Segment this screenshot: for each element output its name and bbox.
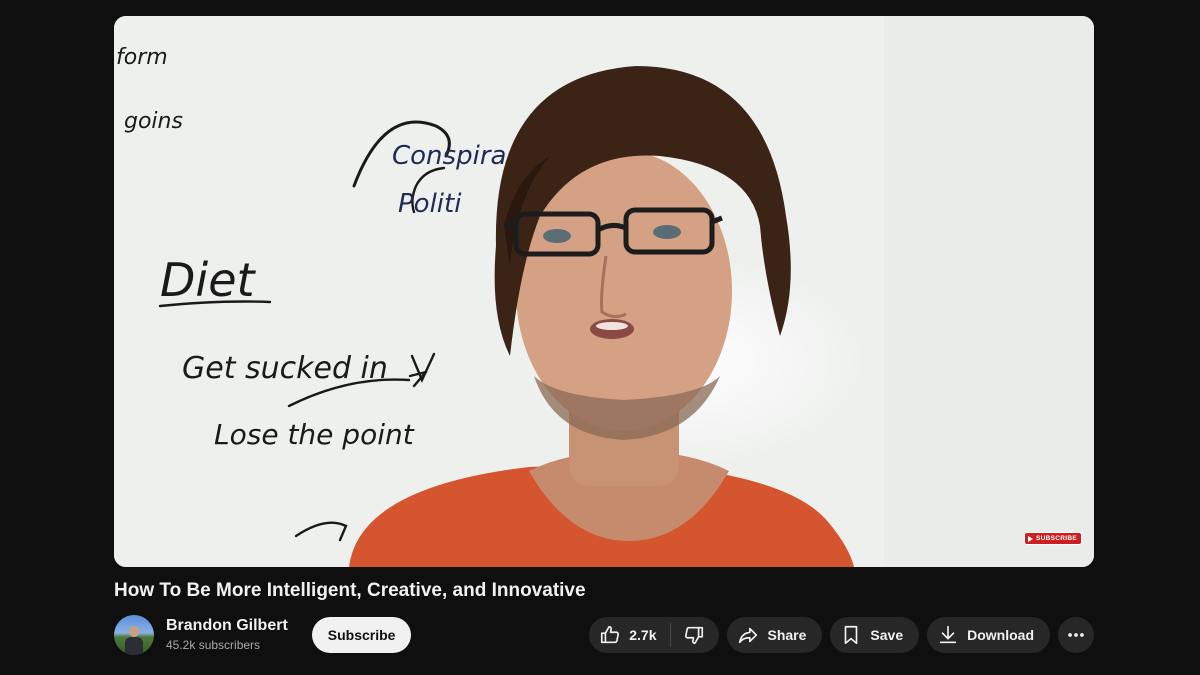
avatar-body	[125, 637, 143, 655]
whiteboard-word: Get sucked in	[182, 351, 388, 386]
subscribe-button[interactable]: Subscribe	[311, 617, 412, 653]
thumbs-up-icon	[601, 625, 620, 644]
download-label: Download	[967, 627, 1034, 643]
action-bar: 2.7k Share Save Download	[589, 617, 1094, 653]
whiteboard-word: Lose the point	[214, 418, 415, 451]
dislike-button[interactable]	[671, 617, 719, 653]
video-player[interactable]: form goins Conspirac Politi Diet Get suc…	[114, 16, 1094, 567]
more-actions-button[interactable]	[1058, 617, 1094, 653]
save-label: Save	[870, 627, 904, 643]
channel-avatar[interactable]	[114, 615, 154, 655]
channel-info: Brandon Gilbert 45.2k subscribers	[166, 616, 288, 654]
like-count: 2.7k	[629, 627, 657, 643]
watermark-label: SUBSCRIBE	[1036, 535, 1077, 542]
video-frame: form goins Conspirac Politi Diet Get suc…	[114, 16, 1094, 567]
like-dislike-group: 2.7k	[589, 617, 720, 653]
bookmark-icon	[845, 625, 858, 645]
download-button[interactable]: Download	[927, 617, 1050, 653]
whiteboard-word: form	[116, 45, 168, 70]
download-icon	[939, 625, 957, 644]
channel-owner: Brandon Gilbert 45.2k subscribers Subscr…	[114, 615, 412, 655]
more-icon	[1068, 633, 1084, 637]
whiteboard-word: Conspirac	[392, 141, 521, 171]
avatar-head	[129, 626, 139, 637]
whiteboard-word: Diet	[160, 253, 257, 307]
whiteboard-word: Politi	[398, 189, 462, 219]
subscribe-watermark[interactable]: SUBSCRIBE	[1024, 532, 1082, 545]
channel-name[interactable]: Brandon Gilbert	[166, 616, 288, 636]
thumbs-down-icon	[685, 626, 704, 645]
share-label: Share	[767, 627, 807, 643]
share-arrow-icon	[739, 627, 758, 644]
video-title: How To Be More Intelligent, Creative, an…	[114, 580, 586, 601]
play-icon	[1028, 535, 1034, 542]
share-button[interactable]: Share	[727, 617, 823, 653]
subscriber-count: 45.2k subscribers	[166, 638, 261, 652]
save-button[interactable]: Save	[830, 617, 920, 653]
whiteboard-word: goins	[124, 109, 183, 134]
like-button[interactable]: 2.7k	[589, 617, 670, 653]
